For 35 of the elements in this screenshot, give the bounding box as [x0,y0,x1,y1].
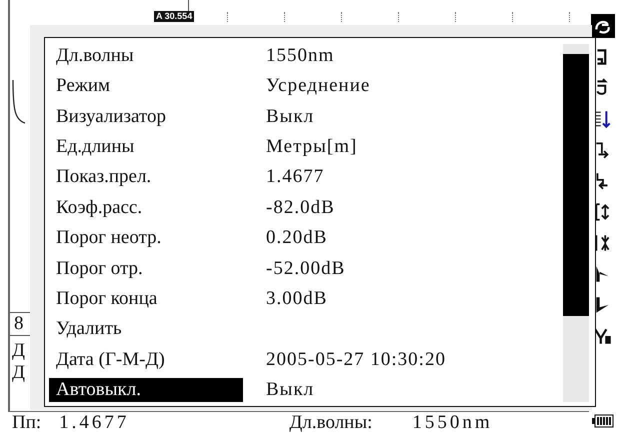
status-value: 1.4677 [59,413,130,433]
trace-curve [12,80,26,124]
partial-text: Д [11,340,26,362]
scrollbar-thumb[interactable] [563,54,589,316]
scrollbar[interactable] [563,44,589,402]
battery-icon [592,414,614,428]
setting-value: Метры[m] [266,135,358,160]
setting-label[interactable]: Ед.длины [49,135,243,160]
marker-label: A 30.554 [154,11,194,22]
setting-label[interactable]: Визуализатор [49,104,243,129]
setting-label[interactable]: Коэф.расс. [49,196,243,220]
setting-label[interactable]: Автовыкл. [49,378,243,402]
toolbar-icon[interactable] [591,14,615,38]
setting-label[interactable]: Порог конца [49,286,243,311]
setting-value: 0.20dB [266,226,328,250]
setting-value: 1.4677 [266,165,324,190]
setting-label[interactable]: Дата (Г-М-Д) [49,348,243,372]
setting-label[interactable]: Порог неотр. [49,226,243,250]
status-label: Дл.волны: [289,413,372,433]
setting-value: Усреднение [266,74,370,98]
setting-value: Выкл [266,378,314,402]
setting-value: Выкл [266,104,314,129]
status-value: 1550nm [412,413,493,433]
setting-label[interactable]: Дл.волны [49,44,243,68]
status-label: Пп: [12,413,42,433]
setting-value: 3.00dB [266,286,328,311]
partial-text: Д [11,362,26,384]
setting-label[interactable]: Удалить [49,317,243,342]
setting-value: 1550nm [266,44,334,68]
setting-label[interactable]: Порог отр. [49,256,243,281]
setting-label[interactable]: Режим [49,74,243,98]
setting-value: 2005-05-27 10:30:20 [266,348,446,372]
setting-label[interactable]: Показ.прел. [49,165,243,190]
setting-value: -52.00dB [266,256,346,281]
setting-value: -82.0dB [266,196,335,220]
